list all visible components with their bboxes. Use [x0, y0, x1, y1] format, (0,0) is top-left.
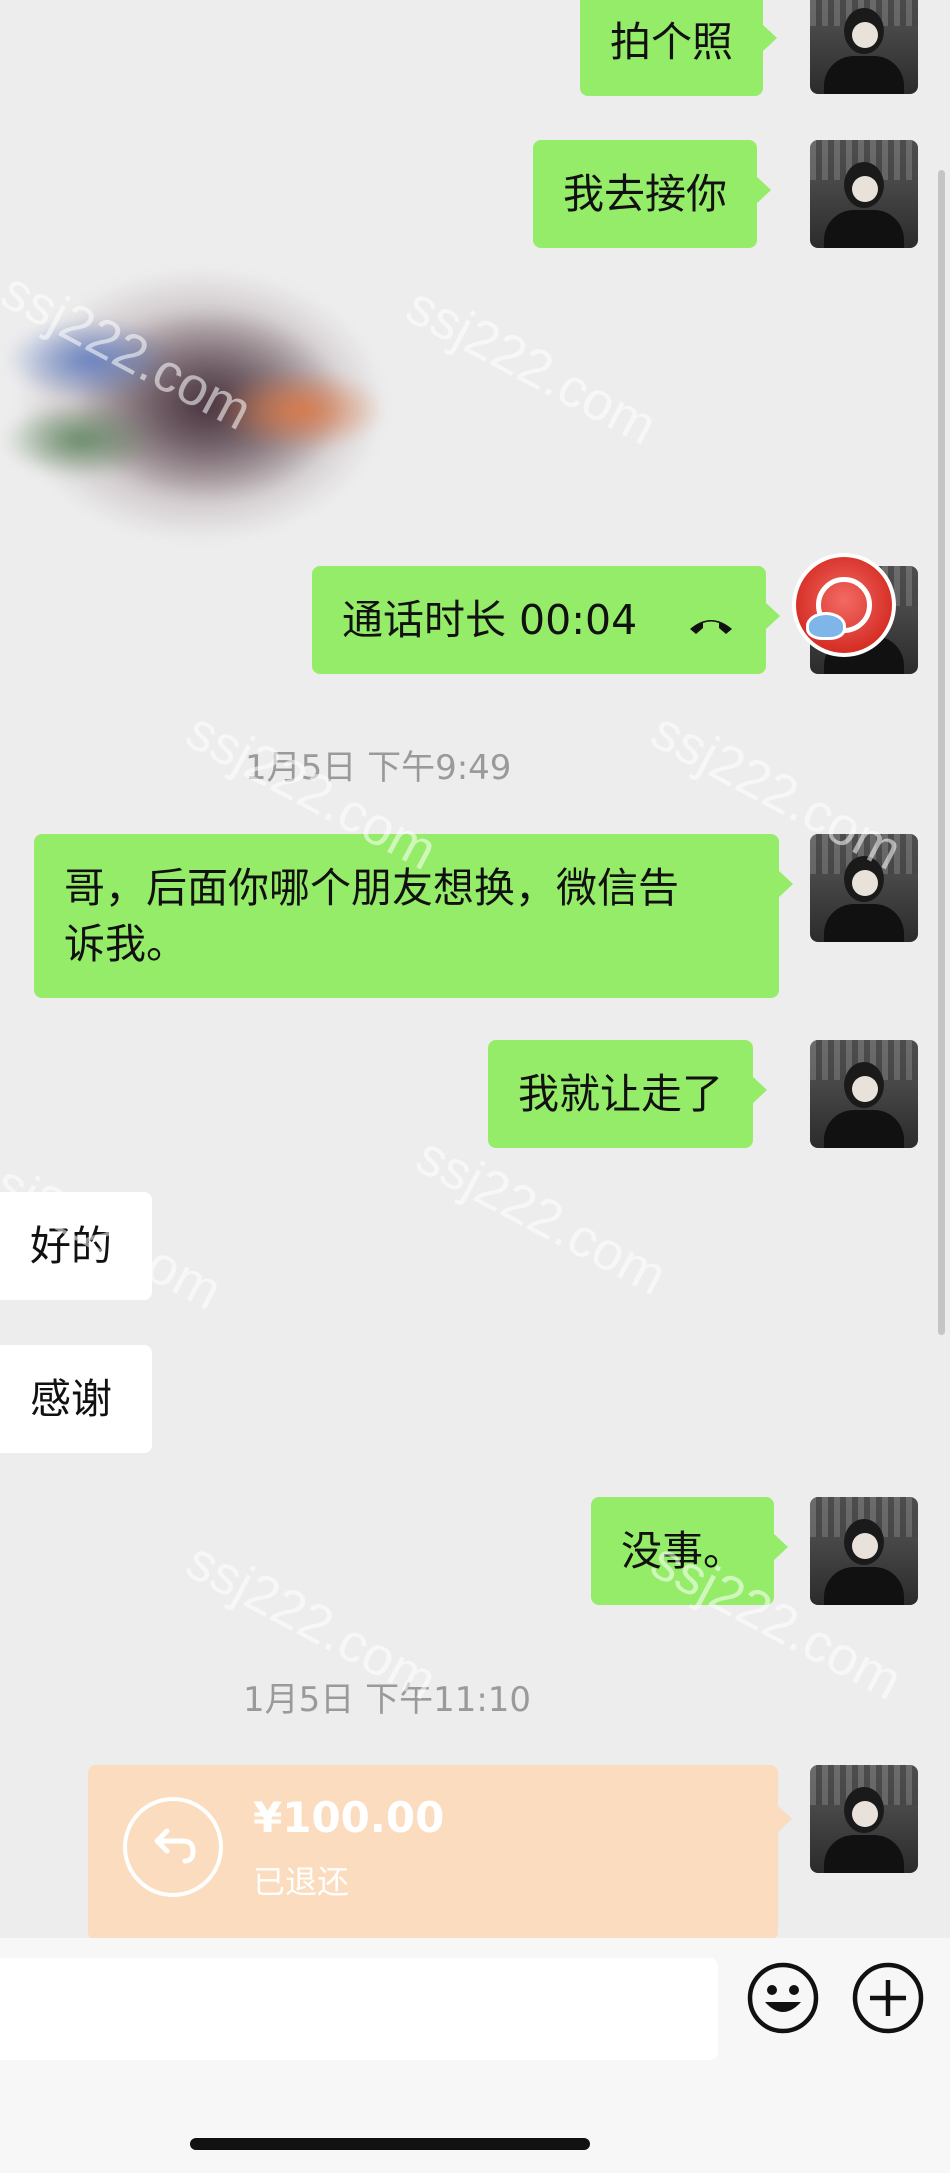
transfer-status: 已退还 — [253, 1863, 350, 1901]
message-text-line-2: 诉我。 — [64, 920, 187, 968]
avatar[interactable] — [810, 834, 918, 942]
timestamp: 1月5日 下午11:10 — [243, 1680, 532, 1720]
avatar[interactable] — [810, 1765, 918, 1873]
message-text: 没事。 — [621, 1527, 744, 1575]
call-record-message[interactable]: 通话时长 00:04 — [312, 566, 781, 674]
transfer-message[interactable]: ¥100.00 已退还 — [88, 1765, 792, 1938]
return-arrow-icon — [123, 1797, 223, 1897]
plus-circle-icon[interactable] — [850, 1960, 926, 2036]
sent-message[interactable]: 拍个照 — [580, 0, 777, 96]
message-text-line-1: 哥，后面你哪个朋友想换，微信告 — [64, 864, 679, 912]
app-logo-icon — [792, 553, 896, 657]
message-text: 好的 — [30, 1222, 112, 1270]
redacted-image[interactable] — [0, 235, 455, 575]
received-message[interactable]: 好的 — [0, 1192, 152, 1300]
scrollbar[interactable] — [938, 170, 945, 1335]
message-input[interactable] — [0, 1958, 718, 2060]
smiley-icon[interactable] — [745, 1960, 821, 2036]
chat-area: 拍个照 我去接你 通话时长 00:04 1月5日 下午9:49 哥，后面你哪个朋… — [0, 0, 950, 1938]
message-text: 拍个照 — [610, 18, 733, 66]
sent-message[interactable]: 没事。 — [591, 1497, 788, 1605]
timestamp: 1月5日 下午9:49 — [245, 748, 512, 788]
message-text: 我就让走了 — [518, 1070, 723, 1118]
received-message[interactable]: 感谢 — [0, 1345, 152, 1453]
watermark: ssj222.com — [406, 1125, 677, 1307]
avatar[interactable] — [810, 140, 918, 248]
call-duration-text: 通话时长 00:04 — [342, 596, 638, 644]
sent-message[interactable]: 哥，后面你哪个朋友想换，微信告 诉我。 — [34, 834, 793, 998]
return-arrow-glyph — [154, 1828, 196, 1864]
phone-hangup-icon — [690, 620, 733, 634]
avatar[interactable] — [810, 0, 918, 94]
transfer-amount: ¥100.00 — [253, 1793, 445, 1842]
home-indicator[interactable] — [190, 2138, 590, 2150]
avatar[interactable] — [810, 1497, 918, 1605]
message-text: 感谢 — [30, 1375, 112, 1423]
sent-message[interactable]: 我去接你 — [533, 140, 771, 248]
sent-message[interactable]: 我就让走了 — [488, 1040, 767, 1148]
message-text: 我去接你 — [563, 170, 727, 218]
avatar[interactable] — [810, 1040, 918, 1148]
